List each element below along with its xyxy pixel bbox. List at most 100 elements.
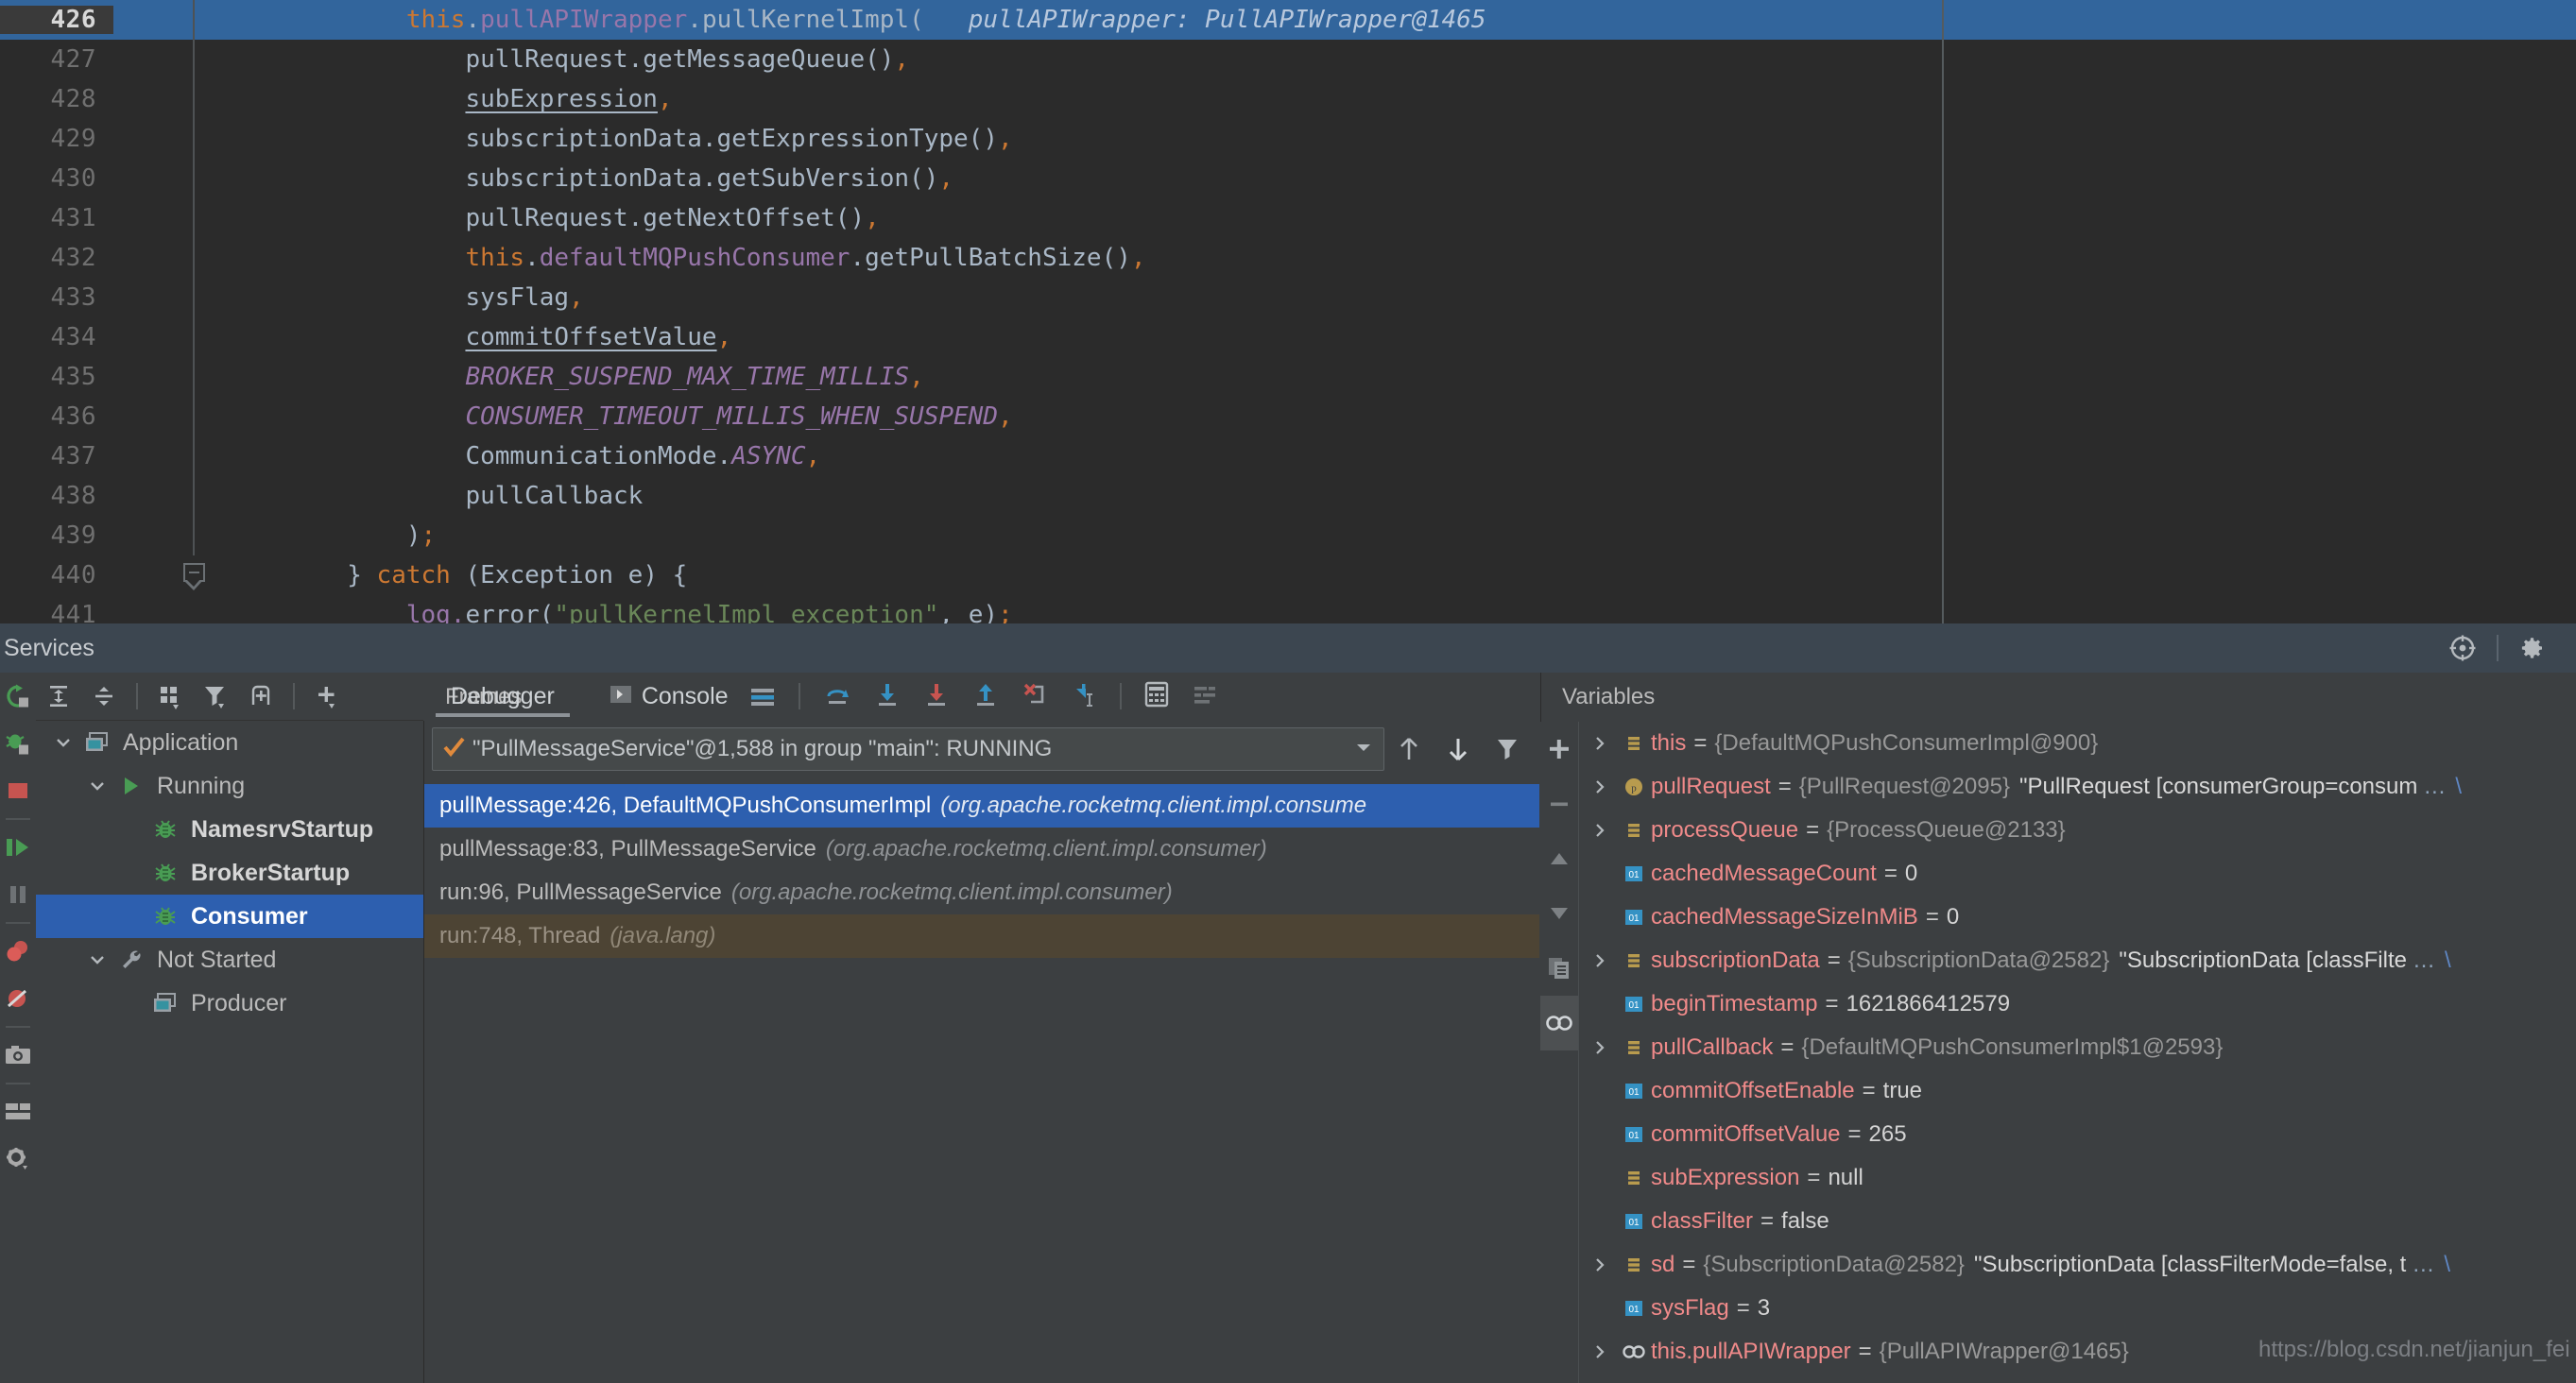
frame-row[interactable]: run:96, PullMessageService (org.apache.ro…	[424, 871, 1539, 914]
code-line[interactable]: 427 pullRequest.getMessageQueue(),	[0, 40, 2576, 79]
gutter-breakpoint-area[interactable]	[113, 198, 172, 238]
force-step-into-button[interactable]	[912, 681, 961, 712]
frames-down-button[interactable]	[1434, 725, 1483, 774]
sidebar-item-brokerstartup[interactable]: BrokerStartup	[36, 851, 423, 895]
frames-list[interactable]: pullMessage:426, DefaultMQPushConsumerIm…	[424, 784, 1539, 958]
code-fold-rail[interactable]	[172, 317, 229, 357]
code-fold-rail[interactable]	[172, 476, 229, 516]
variables-list[interactable]: this = {DefaultMQPushConsumerImpl@900} p pul…	[1579, 722, 2576, 1383]
variable-row[interactable]: p pullRequest = {PullRequest@2095} "PullRequ…	[1579, 765, 2576, 809]
frames-filter-button[interactable]	[1483, 725, 1532, 774]
gutter-breakpoint-area[interactable]	[113, 238, 172, 278]
variable-row[interactable]: subExpression = null	[1579, 1156, 2576, 1200]
camera-button[interactable]	[0, 1032, 36, 1079]
code-line[interactable]: 432 this.defaultMQPushConsumer.getPullBa…	[0, 238, 2576, 278]
code-fold-rail[interactable]	[172, 238, 229, 278]
variable-row[interactable]: 01 beginTimestamp = 1621866412579	[1579, 982, 2576, 1026]
gutter-breakpoint-area[interactable]	[113, 397, 172, 436]
gutter-breakpoint-area[interactable]	[113, 159, 172, 198]
variable-row[interactable]: subscriptionData = {SubscriptionData@2582}…	[1579, 939, 2576, 982]
frames-panel[interactable]: "PullMessageService"@1,588 in group "mai…	[424, 722, 1539, 1383]
evaluate-expression-button[interactable]	[1133, 681, 1180, 712]
chevron-right-icon[interactable]	[1583, 822, 1617, 839]
inspect-glasses-button[interactable]	[1540, 996, 1578, 1050]
move-down-button[interactable]	[1540, 886, 1578, 941]
thread-selector[interactable]: "PullMessageService"@1,588 in group "mai…	[432, 727, 1384, 771]
gutter-breakpoint-area[interactable]	[113, 317, 172, 357]
code-line[interactable]: 436 CONSUMER_TIMEOUT_MILLIS_WHEN_SUSPEND…	[0, 397, 2576, 436]
code-fold-rail[interactable]	[172, 595, 229, 623]
frame-row[interactable]: pullMessage:83, PullMessageService (org.a…	[424, 828, 1539, 871]
services-tree[interactable]: Application Running NamesrvStartup BrokerSt…	[36, 721, 424, 1383]
gutter-breakpoint-area[interactable]	[113, 436, 172, 476]
code-fold-rail[interactable]	[172, 516, 229, 555]
code-line[interactable]: 441 log.error("pullKernelImpl exception"…	[0, 595, 2576, 623]
code-line[interactable]: 440 } catch (Exception e) {	[0, 555, 2576, 595]
wrap-marker-icon[interactable]: \	[2444, 1252, 2450, 1278]
code-line[interactable]: 434 commitOffsetValue,	[0, 317, 2576, 357]
code-fold-rail[interactable]	[172, 159, 229, 198]
run-to-cursor-button[interactable]	[1059, 681, 1108, 712]
tab-console[interactable]: Console	[581, 673, 738, 720]
frame-row[interactable]: pullMessage:426, DefaultMQPushConsumerIm…	[424, 784, 1539, 828]
collapse-all-button[interactable]	[81, 673, 127, 720]
chevron-right-icon[interactable]	[1583, 735, 1617, 752]
layout-button[interactable]	[0, 1088, 36, 1135]
sidebar-item-producer[interactable]: Producer	[36, 982, 423, 1025]
truncation-ellipsis[interactable]: …	[2413, 948, 2435, 974]
code-fold-rail[interactable]	[172, 119, 229, 159]
code-line[interactable]: 429 subscriptionData.getExpressionType()…	[0, 119, 2576, 159]
code-lines[interactable]: 426 this.pullAPIWrapper.pullKernelImpl( …	[0, 0, 2576, 623]
code-fold-rail[interactable]	[172, 0, 229, 40]
code-fold-rail[interactable]	[172, 198, 229, 238]
frame-row[interactable]: run:748, Thread (java.lang)	[424, 914, 1539, 958]
gear-drop-icon[interactable]	[0, 1135, 36, 1183]
mute-breakpoints-button[interactable]	[0, 975, 36, 1022]
variable-row[interactable]: 01 cachedMessageCount = 0	[1579, 852, 2576, 896]
exec-point-icon[interactable]	[738, 673, 787, 720]
settings-gear-icon[interactable]	[2506, 623, 2559, 673]
variable-row[interactable]: 01 cachedMessageSizeInMiB = 0	[1579, 896, 2576, 939]
target-icon[interactable]	[2436, 623, 2489, 673]
gutter-breakpoint-area[interactable]	[113, 516, 172, 555]
chevron-down-icon[interactable]	[47, 733, 79, 752]
variable-row[interactable]: 01 commitOffsetValue = 265	[1579, 1113, 2576, 1156]
variable-row[interactable]: 01 classFilter = false	[1579, 1200, 2576, 1243]
chevron-down-icon[interactable]	[81, 950, 113, 969]
code-fold-rail[interactable]	[172, 555, 229, 595]
code-line[interactable]: 437 CommunicationMode.ASYNC,	[0, 436, 2576, 476]
rerun-button[interactable]	[0, 673, 36, 720]
code-fold-rail[interactable]	[172, 397, 229, 436]
chevron-right-icon[interactable]	[1583, 778, 1617, 795]
gutter-breakpoint-area[interactable]	[113, 40, 172, 79]
chevron-right-icon[interactable]	[1583, 1343, 1617, 1360]
variable-row[interactable]: this.pullAPIWrapper = {PullAPIWrapper@1465…	[1579, 1330, 2576, 1374]
remove-watch-button[interactable]	[1540, 777, 1578, 831]
variable-row[interactable]: 01 sysFlag = 3	[1579, 1287, 2576, 1330]
variable-row[interactable]: pullCallback = {DefaultMQPushConsumerImpl$…	[1579, 1026, 2576, 1069]
code-fold-rail[interactable]	[172, 436, 229, 476]
code-line[interactable]: 433 sysFlag,	[0, 278, 2576, 317]
drop-frame-button[interactable]	[1010, 681, 1059, 712]
gutter-breakpoint-area[interactable]	[113, 119, 172, 159]
stop-button[interactable]	[0, 767, 36, 814]
code-editor[interactable]: 426 this.pullAPIWrapper.pullKernelImpl( …	[0, 0, 2576, 623]
filter-button[interactable]	[193, 673, 238, 720]
wrap-marker-icon[interactable]: \	[2455, 774, 2462, 800]
pause-program-button[interactable]	[0, 871, 36, 918]
chevron-right-icon[interactable]	[1583, 1256, 1617, 1273]
sidebar-item-application[interactable]: Application	[36, 721, 423, 764]
code-line[interactable]: 426 this.pullAPIWrapper.pullKernelImpl( …	[0, 0, 2576, 40]
step-out-button[interactable]	[961, 681, 1010, 712]
add-service-button[interactable]	[304, 673, 350, 720]
gutter-breakpoint-area[interactable]	[113, 357, 172, 397]
code-fold-rail[interactable]	[172, 79, 229, 119]
move-up-button[interactable]	[1540, 831, 1578, 886]
step-over-button[interactable]	[812, 681, 863, 712]
gutter-breakpoint-area[interactable]	[113, 0, 172, 40]
code-line[interactable]: 431 pullRequest.getNextOffset(),	[0, 198, 2576, 238]
code-line[interactable]: 439 );	[0, 516, 2576, 555]
add-watch-button[interactable]	[1540, 722, 1578, 777]
sidebar-item-running[interactable]: Running	[36, 764, 423, 808]
code-line[interactable]: 438 pullCallback	[0, 476, 2576, 516]
